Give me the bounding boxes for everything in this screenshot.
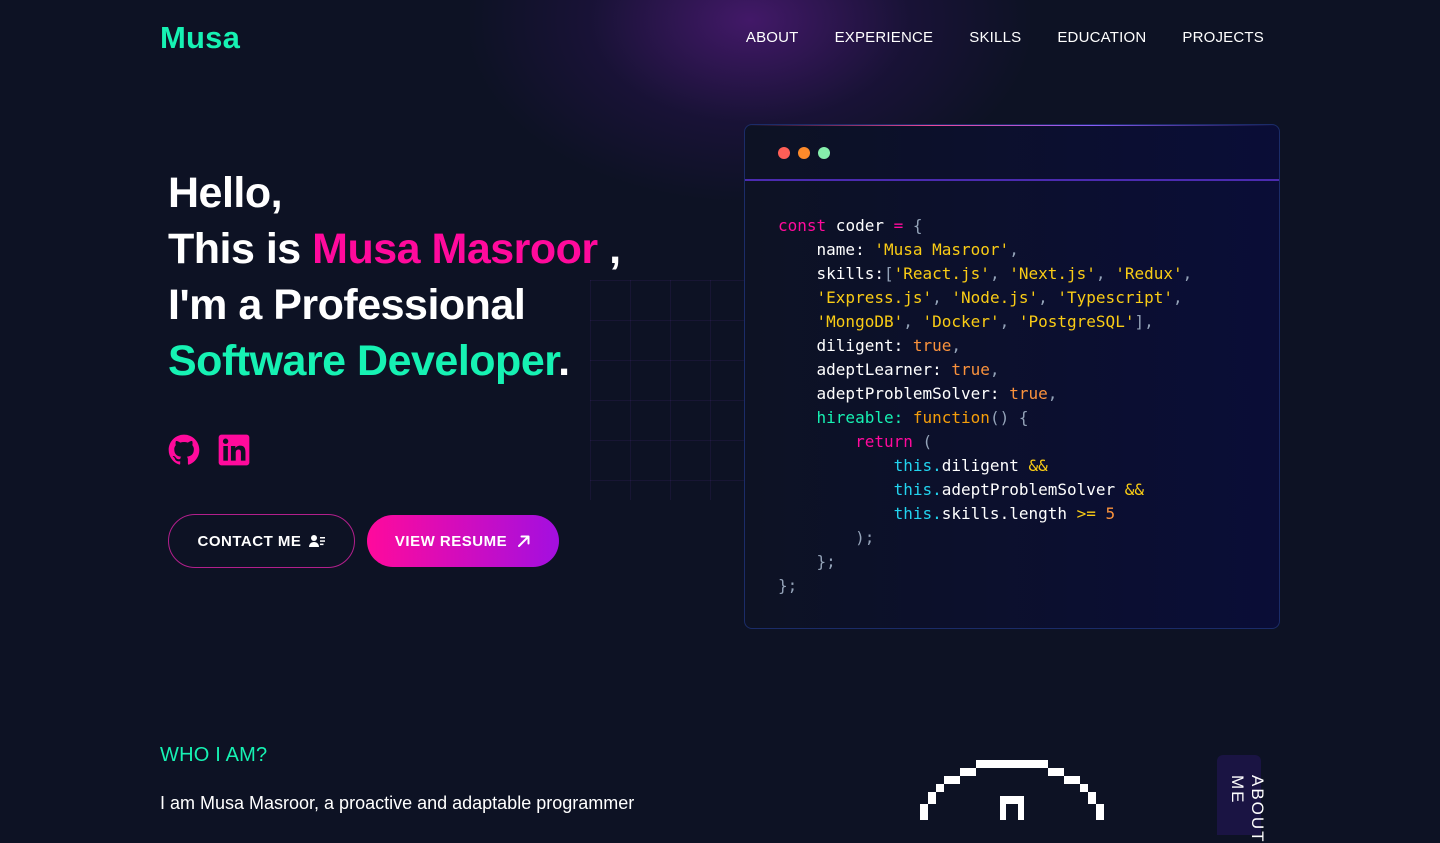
view-resume-label: VIEW RESUME	[394, 532, 508, 550]
nav-experience[interactable]: EXPERIENCE	[835, 29, 934, 46]
hero-heading: Hello, This is Musa Masroor , I'm a Prof…	[168, 165, 621, 389]
contact-me-label: CONTACT ME	[197, 532, 302, 550]
hero-this-is: This is	[168, 225, 313, 273]
window-dots	[778, 147, 830, 159]
code-line: name: 'Musa Masroor',	[778, 240, 1019, 259]
window-dot-orange	[798, 147, 810, 159]
about-me-side-label: ABOUT ME	[1228, 775, 1267, 843]
code-line: );	[855, 528, 875, 547]
hero-name: Musa Masroor	[312, 225, 598, 273]
contact-person-icon	[309, 535, 326, 547]
window-dot-green	[818, 147, 830, 159]
linkedin-icon[interactable]	[218, 434, 250, 466]
hero-comma: ,	[597, 225, 621, 273]
code-line: this.adeptProblemSolver &&	[893, 480, 1145, 499]
github-icon[interactable]	[168, 434, 200, 466]
code-block: const coder = { name: 'Musa Masroor', sk…	[778, 214, 1192, 598]
site-logo[interactable]: Musa	[160, 20, 240, 56]
who-i-am-heading: WHO I AM?	[160, 744, 268, 766]
code-line: hireable: function() {	[816, 408, 1029, 427]
code-card-top-border	[745, 125, 1279, 126]
about-intro-text: I am Musa Masroor, a proactive and adapt…	[160, 793, 635, 813]
window-dot-red	[778, 147, 790, 159]
main-nav: ABOUT EXPERIENCE SKILLS EDUCATION PROJEC…	[746, 29, 1264, 46]
code-line: diligent: true,	[778, 336, 962, 355]
nav-about[interactable]: ABOUT	[746, 29, 799, 46]
code-line: };	[816, 552, 836, 571]
arrow-up-right-icon	[518, 535, 530, 547]
code-line: this.skills.length >= 5	[893, 504, 1116, 523]
code-line: skills:['React.js', 'Next.js', 'Redux',	[778, 264, 1193, 283]
hero-line-hello: Hello,	[168, 169, 283, 217]
nav-projects[interactable]: PROJECTS	[1182, 29, 1264, 46]
hero-line-role: Software Developer.	[168, 333, 621, 389]
contact-me-button[interactable]: CONTACT ME	[168, 514, 355, 568]
code-line: 'MongoDB', 'Docker', 'PostgreSQL'],	[816, 312, 1154, 331]
about-me-side-tab[interactable]: ABOUT ME	[1217, 755, 1267, 843]
code-line: 'Express.js', 'Node.js', 'Typescript',	[816, 288, 1183, 307]
hero-line-professional: I'm a Professional	[168, 281, 526, 329]
code-line: this.diligent &&	[893, 456, 1048, 475]
nav-education[interactable]: EDUCATION	[1057, 29, 1146, 46]
hero-role: Software Developer	[168, 337, 559, 385]
hero-line-name: This is Musa Masroor ,	[168, 221, 621, 277]
code-line: };	[778, 576, 798, 595]
social-links	[168, 434, 250, 466]
code-line: adeptProblemSolver: true,	[778, 384, 1058, 403]
pixel-art-illustration	[920, 760, 1104, 820]
code-line: adeptLearner: true,	[778, 360, 1000, 379]
code-card: const coder = { name: 'Musa Masroor', sk…	[744, 124, 1280, 629]
nav-skills[interactable]: SKILLS	[969, 29, 1021, 46]
code-line: const coder = {	[778, 216, 923, 235]
hero-period: .	[558, 337, 570, 385]
code-card-divider	[745, 179, 1279, 181]
code-line: return (	[855, 432, 933, 451]
view-resume-button[interactable]: VIEW RESUME	[367, 515, 559, 567]
